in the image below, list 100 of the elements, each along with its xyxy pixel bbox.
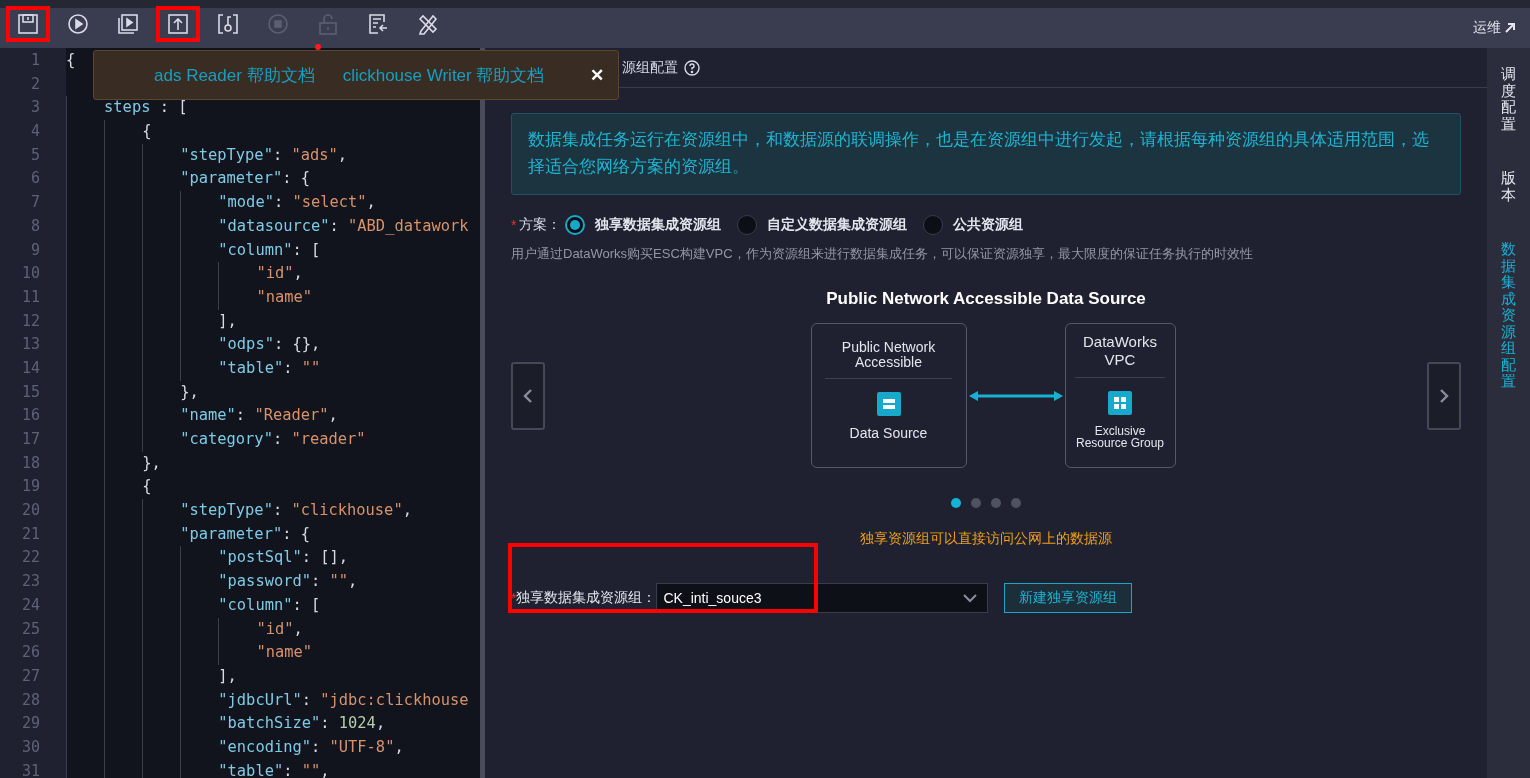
code-line: "stepType": "clickhouse",: [66, 499, 412, 523]
key-icon: [217, 13, 239, 35]
side-tab[interactable]: 调度配置: [1501, 66, 1516, 132]
radio-option[interactable]: 独享数据集成资源组: [565, 215, 722, 235]
line-number: 28: [20, 689, 40, 711]
line-number: 7: [29, 192, 40, 214]
carousel-title: Public Network Accessible Data Source: [826, 289, 1146, 309]
new-resource-group-button[interactable]: 新建独享资源组: [1004, 583, 1133, 613]
code-line: ],: [66, 664, 237, 689]
code-line: "postSql": [],: [66, 546, 349, 571]
chevron-right-icon: [1438, 387, 1450, 404]
line-number: 24: [20, 594, 40, 616]
carousel-dot[interactable]: [991, 498, 1001, 508]
line-number: 21: [20, 523, 40, 545]
code-line: "category": "reader": [66, 428, 366, 452]
carousel-dot[interactable]: [971, 498, 981, 508]
radio-option[interactable]: 公共资源组: [923, 215, 1024, 235]
side-tab[interactable]: 数据集成资源组配置: [1501, 241, 1516, 390]
line-number: 15: [20, 381, 40, 403]
code-line: "datasource": "ABD_datawork: [66, 214, 469, 239]
chevron-down-icon: [963, 593, 978, 603]
run-frames-icon: [117, 13, 139, 35]
line-number: 9: [29, 239, 40, 261]
line-number: 4: [29, 121, 40, 143]
run-icon: [67, 13, 89, 35]
scheme-label: 方案：: [519, 216, 562, 234]
line-number: 1: [29, 50, 40, 71]
save-icon: [17, 13, 39, 35]
upload-button[interactable]: [156, 6, 200, 42]
line-number: 16: [20, 405, 40, 427]
external-arrow-icon: [1504, 22, 1516, 34]
code-line: {: [66, 475, 152, 500]
code-line: "table": "": [66, 356, 321, 381]
required-mark: *: [511, 590, 517, 606]
code-line: {: [66, 50, 76, 71]
code-line: "odps": {},: [66, 333, 321, 357]
code-line: "encoding": "UTF-8",: [66, 735, 404, 760]
code-line: "mode": "select",: [66, 191, 376, 215]
line-number: 30: [20, 736, 40, 758]
code-line: "column": [: [66, 238, 321, 263]
save-button[interactable]: [6, 6, 50, 42]
line-number: 18: [20, 452, 40, 474]
code-line: "parameter": {: [66, 167, 310, 192]
line-number: 26: [20, 642, 40, 664]
line-number: 11: [20, 286, 40, 308]
code-line: "name": [66, 285, 312, 310]
line-number: 5: [29, 144, 40, 166]
code-line: },: [66, 451, 161, 476]
scheme-description: 用户通过DataWorks购买ESC构建VPC，作为资源组来进行数据集成任务，可以保证资源独享，最大限度的保证任务执行的时效性: [511, 245, 1254, 263]
code-line: {: [66, 120, 152, 144]
code-line: "id",: [66, 617, 303, 642]
help-link[interactable]: ads Reader 帮助文档: [154, 63, 315, 87]
tools-icon: [417, 13, 439, 35]
card-title: DataWorks VPC: [1082, 333, 1158, 369]
line-number: 8: [29, 215, 40, 237]
card-title: Public Network Accessible: [840, 340, 937, 370]
code-line: "jdbcUrl": "jdbc:clickhouse: [66, 688, 469, 713]
code-line: "name": [66, 641, 312, 665]
line-number: 17: [20, 429, 40, 450]
grid-icon: [1108, 391, 1132, 415]
close-button[interactable]: ✕: [590, 64, 604, 86]
field-label: 独享数据集成资源组：: [516, 589, 657, 607]
carousel-dot[interactable]: [951, 498, 961, 508]
line-number: 12: [20, 310, 40, 332]
line-number: 6: [29, 168, 40, 190]
code-line: "batchSize": 1024,: [66, 712, 386, 736]
document-arrow-icon: [367, 13, 389, 35]
line-number: 3: [29, 97, 40, 119]
line-number: 31: [20, 760, 40, 778]
stop-icon: [267, 13, 289, 35]
line-number: 19: [20, 476, 40, 498]
line-number: 25: [20, 618, 40, 640]
resource-group-select[interactable]: CK_inti_souce3: [656, 583, 989, 613]
help-link[interactable]: clickhouse Writer 帮助文档: [342, 63, 545, 87]
line-number: 2: [29, 73, 40, 95]
marker-dot: [315, 44, 321, 50]
code-line: ],: [66, 309, 237, 334]
card-label: Data Source: [849, 425, 928, 441]
line-number: 10: [20, 263, 40, 285]
line-number: 27: [20, 665, 40, 687]
ops-link[interactable]: 运维: [1473, 19, 1530, 37]
code-line: "column": [: [66, 593, 321, 618]
lock-icon: [317, 13, 339, 35]
line-number: 29: [20, 713, 40, 735]
note-text: 独享资源组可以直接访问公网上的数据源: [860, 530, 1112, 548]
line-number: 13: [20, 334, 40, 356]
radio-option[interactable]: 自定义数据集成资源组: [737, 215, 908, 235]
line-number: 23: [20, 571, 40, 593]
line-number: 14: [20, 357, 40, 379]
line-number: 22: [20, 547, 40, 569]
line-number: 20: [20, 500, 40, 522]
code-line: "password": "",: [66, 570, 358, 594]
carousel-dot[interactable]: [1011, 498, 1021, 508]
upload-icon: [167, 13, 189, 35]
code-line: "stepType": "ads",: [66, 143, 348, 168]
side-tab[interactable]: 版本: [1501, 170, 1516, 203]
card-label: Exclusive Resource Group: [1074, 425, 1165, 449]
info-message: 数据集成任务运行在资源组中，和数据源的联调操作，也是在资源组中进行发起，请根据每种资源组的具体适用范围，选择适合您网络方案的资源组。: [511, 113, 1461, 195]
chevron-left-icon: [522, 387, 534, 404]
required-mark: *: [511, 217, 517, 233]
